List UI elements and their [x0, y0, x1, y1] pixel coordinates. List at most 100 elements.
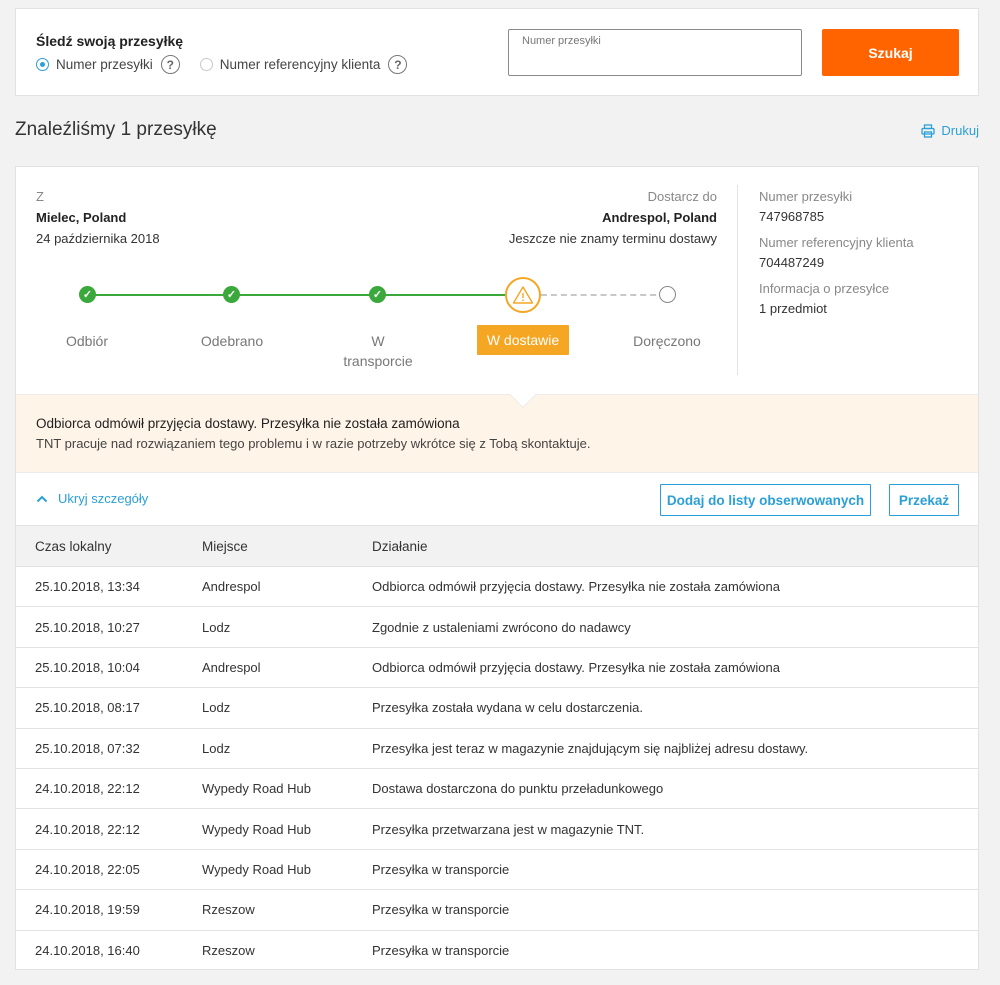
cell-place: Rzeszow — [202, 902, 255, 918]
cell-action: Przesyłka w transporcie — [372, 942, 510, 958]
alert-pointer — [508, 379, 538, 409]
cell-place: Rzeszow — [202, 942, 255, 958]
progress-tracker: ✓ ✓ ✓ Odbiór Odebrano W transporcie W do… — [16, 277, 736, 377]
radio-label: Numer przesyłki — [56, 57, 153, 72]
destination-label: Dostarcz do — [647, 189, 717, 204]
cell-action: Przesyłka została wydana w celu dostarcz… — [372, 700, 643, 716]
origin-block: Z Mielec, Poland 24 października 2018 — [36, 189, 160, 246]
print-link[interactable]: Drukuj — [921, 123, 979, 138]
info-label: Informacja o przesyłce — [759, 281, 890, 296]
cell-action: Zgodnie z ustaleniami zwrócono do nadawc… — [372, 619, 631, 635]
print-label: Drukuj — [941, 123, 979, 138]
step-label-out-for-delivery: W dostawie — [477, 325, 569, 355]
table-row: 25.10.2018, 07:32 Lodz Przesyłka jest tera… — [16, 727, 978, 768]
cell-action: Przesyłka przetwarzana jest w magazynie … — [372, 821, 645, 837]
table-row: 25.10.2018, 08:17 Lodz Przesyłka została w… — [16, 687, 978, 727]
table-row: 24.10.2018, 22:05 Wypedy Road Hub Przesyłk… — [16, 848, 978, 889]
origin-label: Z — [36, 189, 44, 204]
radio-button-checked[interactable] — [36, 58, 49, 71]
chevron-up-icon — [36, 495, 48, 502]
shipment-card: Z Mielec, Poland 24 października 2018 Do… — [15, 166, 979, 970]
search-type-radios: Numer przesyłki ? Numer referencyjny kli… — [36, 55, 408, 74]
add-to-watchlist-button[interactable]: Dodaj do listy obserwowanych — [660, 484, 871, 516]
cell-place: Wypedy Road Hub — [202, 781, 311, 797]
cell-time: 25.10.2018, 13:34 — [35, 579, 140, 595]
cell-place: Lodz — [202, 619, 231, 635]
origin-date: 24 października 2018 — [36, 231, 160, 246]
step-label-in-transit: W transporcie — [343, 333, 413, 369]
cell-time: 24.10.2018, 22:12 — [35, 821, 140, 837]
check-icon: ✓ — [223, 286, 240, 303]
shipment-number-field[interactable]: Numer przesyłki — [508, 29, 802, 76]
alert-text: TNT pracuje nad rozwiązaniem tego proble… — [36, 436, 591, 451]
search-button[interactable]: Szukaj — [822, 29, 959, 76]
info-label: Numer przesyłki — [759, 189, 853, 204]
column-header-place: Miejsce — [202, 538, 248, 554]
step-label-pickup: Odbiór — [65, 333, 109, 349]
radio-label: Numer referencyjny klienta — [219, 57, 381, 72]
table-header: Czas lokalny Miejsce Działanie — [16, 525, 978, 566]
alert-title: Odbiorca odmówił przyjęcia dostawy. Prze… — [36, 416, 460, 431]
progress-line-done — [87, 294, 505, 296]
cell-place: Wypedy Road Hub — [202, 821, 311, 837]
cell-action: Przesyłka jest teraz w magazynie znajduj… — [372, 740, 809, 756]
table-row: 24.10.2018, 19:59 Rzeszow Przesyłka w tran… — [16, 889, 978, 929]
destination-city: Andrespol, Poland — [602, 210, 717, 225]
table-row: 25.10.2018, 13:34 Andrespol Odbiorca odmów… — [16, 566, 978, 606]
cell-time: 25.10.2018, 10:04 — [35, 659, 140, 675]
info-value-items: 1 przedmiot — [759, 301, 827, 316]
cell-time: 24.10.2018, 22:12 — [35, 781, 140, 797]
cell-place: Lodz — [202, 700, 231, 716]
cell-action: Przesyłka w transporcie — [372, 861, 510, 877]
help-icon[interactable]: ? — [388, 55, 408, 74]
cell-action: Dostawa dostarczona do punktu przeładunk… — [372, 781, 664, 797]
destination-block: Dostarcz do Andrespol, Poland Jeszcze ni… — [509, 189, 717, 246]
page-title: Znaleźliśmy 1 przesyłkę — [15, 119, 217, 140]
cell-time: 25.10.2018, 07:32 — [35, 740, 140, 756]
cell-action: Odbiorca odmówił przyjęcia dostawy. Prze… — [372, 659, 780, 675]
progress-line-pending — [541, 294, 666, 296]
info-label: Numer referencyjny klienta — [759, 235, 914, 250]
check-icon: ✓ — [369, 286, 386, 303]
step-label-collected: Odebrano — [200, 333, 264, 349]
forward-button[interactable]: Przekaż — [889, 484, 959, 516]
cell-time: 25.10.2018, 08:17 — [35, 700, 140, 716]
table-body: 25.10.2018, 13:34 Andrespol Odbiorca odmów… — [16, 566, 978, 970]
table-row: 24.10.2018, 16:40 Rzeszow Przesyłka w tran… — [16, 929, 978, 970]
cell-action: Przesyłka w transporcie — [372, 902, 510, 918]
cell-place: Andrespol — [202, 659, 261, 675]
help-icon[interactable]: ? — [160, 55, 180, 74]
column-header-action: Działanie — [372, 538, 428, 554]
status-alert: Odbiorca odmówił przyjęcia dostawy. Prze… — [16, 379, 978, 473]
check-icon: ✓ — [79, 286, 96, 303]
cell-place: Wypedy Road Hub — [202, 861, 311, 877]
radio-option-shipment-number[interactable]: Numer przesyłki ? — [36, 55, 180, 74]
info-value-reference-number: 704487249 — [759, 255, 825, 270]
table-row: 25.10.2018, 10:04 Andrespol Odbiorca odmów… — [16, 646, 978, 687]
table-row: 24.10.2018, 22:12 Wypedy Road Hub Dostawa … — [16, 767, 978, 808]
toggle-label: Ukryj szczegóły — [58, 491, 149, 506]
printer-icon — [921, 123, 936, 138]
tracking-history-table: Czas lokalny Miejsce Działanie 25.10.201… — [16, 525, 978, 970]
origin-city: Mielec, Poland — [36, 210, 127, 225]
shipment-number-input[interactable] — [521, 50, 789, 70]
cell-place: Andrespol — [202, 579, 261, 595]
step-label-delivered: Doręczono — [633, 333, 701, 349]
info-value-shipment-number: 747968785 — [759, 209, 825, 224]
warning-icon — [505, 277, 541, 313]
radio-button[interactable] — [199, 58, 213, 71]
delivery-estimate: Jeszcze nie znamy terminu dostawy — [508, 231, 717, 246]
cell-time: 24.10.2018, 16:40 — [35, 942, 140, 958]
divider — [737, 185, 738, 375]
cell-time: 24.10.2018, 22:05 — [35, 861, 140, 877]
cell-action: Odbiorca odmówił przyjęcia dostawy. Prze… — [372, 579, 780, 595]
hide-details-toggle[interactable]: Ukryj szczegóły — [36, 491, 148, 506]
cell-time: 24.10.2018, 19:59 — [35, 902, 140, 918]
cell-time: 25.10.2018, 10:27 — [35, 619, 140, 635]
search-title: Śledź swoją przesyłkę — [36, 33, 184, 49]
shipment-info: Numer przesyłki 747968785 Numer referenc… — [759, 189, 914, 327]
table-row: 25.10.2018, 10:27 Lodz Zgodnie z ustalenia… — [16, 606, 978, 646]
cell-place: Lodz — [202, 740, 231, 756]
radio-option-reference-number[interactable]: Numer referencyjny klienta ? — [199, 55, 408, 74]
column-header-time: Czas lokalny — [35, 538, 112, 554]
